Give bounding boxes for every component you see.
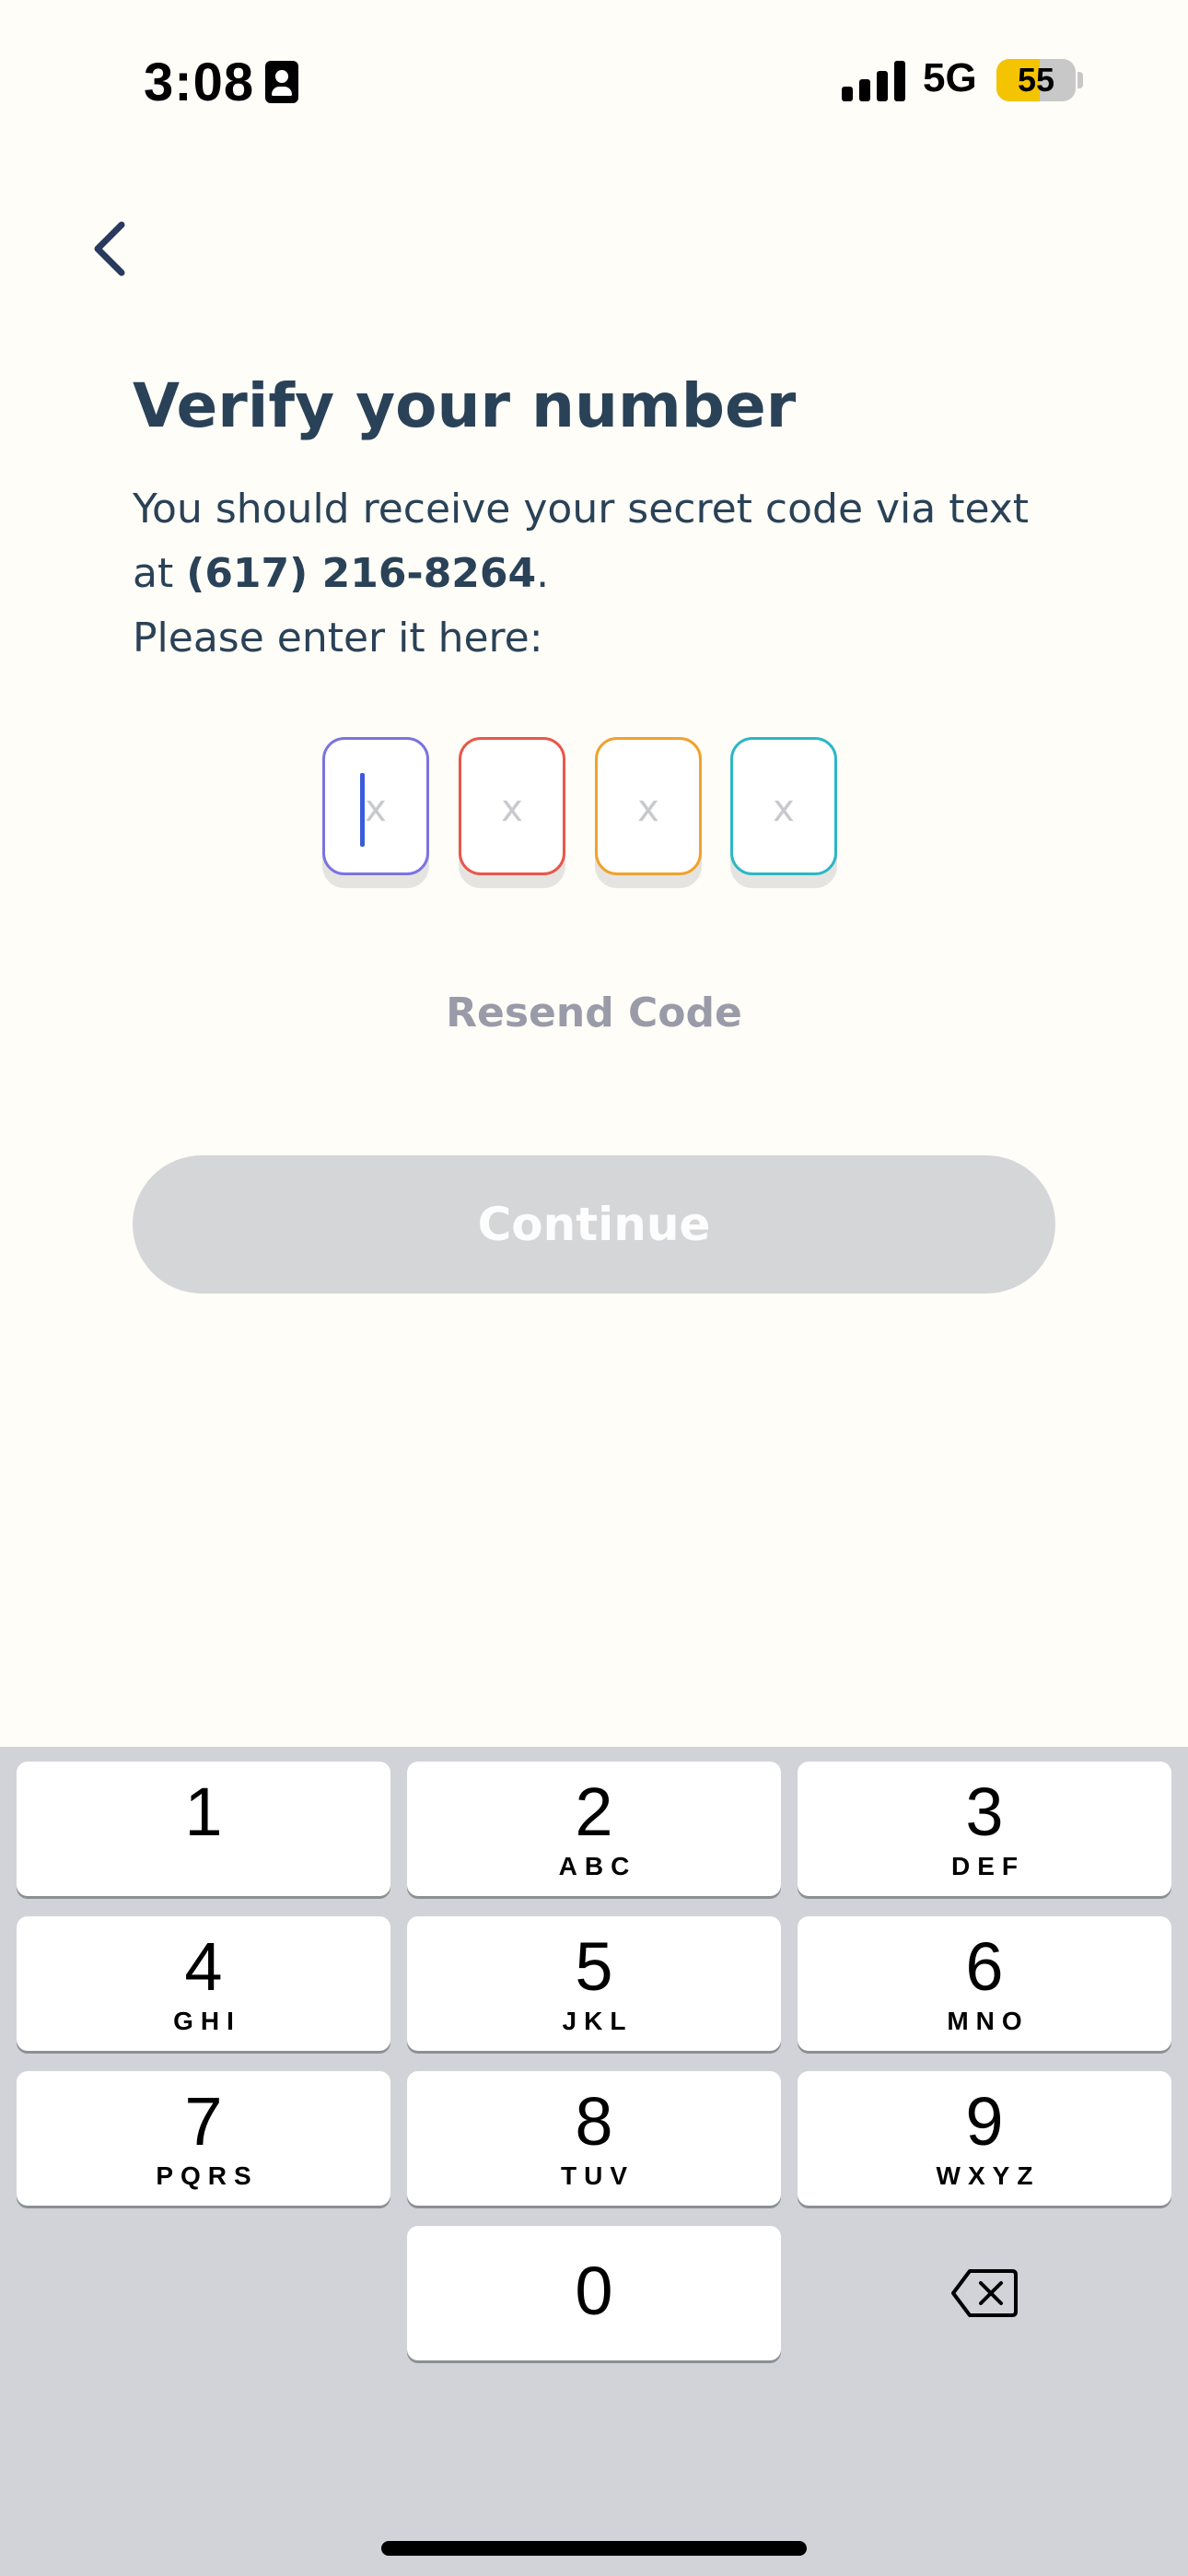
delete-key[interactable]: [798, 2226, 1171, 2360]
key-letters: MNO: [947, 2007, 1030, 2035]
page-title: Verify your number: [133, 370, 797, 441]
key-letters: PQRS: [156, 2161, 259, 2190]
chevron-left-icon: [94, 221, 125, 276]
continue-button[interactable]: Continue: [133, 1155, 1055, 1294]
home-indicator[interactable]: [381, 2541, 807, 2556]
instructions: You should receive your secret code via …: [133, 477, 1090, 671]
key-8[interactable]: 8 TUV: [407, 2071, 781, 2206]
key-letters: DEF: [951, 1852, 1025, 1880]
backspace-icon: [951, 2269, 1018, 2317]
text-caret: [360, 773, 365, 847]
key-digit: 3: [965, 1774, 1004, 1850]
cellular-signal-icon: [842, 61, 906, 101]
key-2[interactable]: 2 ABC: [407, 1762, 781, 1896]
instructions-line-2: at (617) 216-8264.: [133, 542, 1090, 606]
phone-number: (617) 216-8264: [186, 550, 537, 597]
code-digit-2-input[interactable]: x: [459, 737, 565, 875]
code-input-group: x x x x: [322, 737, 838, 894]
code-digit-4-placeholder: x: [773, 788, 795, 830]
key-4[interactable]: 4 GHI: [17, 1916, 390, 2051]
key-digit: 1: [184, 1774, 223, 1850]
resend-code-link[interactable]: Resend Code: [0, 989, 1188, 1036]
key-1[interactable]: 1: [17, 1762, 390, 1896]
status-time: 3:08: [144, 53, 255, 112]
code-digit-1-placeholder: x: [365, 788, 387, 830]
code-digit-3-input[interactable]: x: [595, 737, 702, 875]
key-digit: 2: [575, 1774, 613, 1850]
key-digit: 0: [575, 2253, 613, 2329]
key-digit: 8: [575, 2083, 613, 2160]
code-digit-2-placeholder: x: [501, 788, 523, 830]
instructions-line-1: You should receive your secret code via …: [133, 486, 1030, 533]
key-digit: 7: [184, 2083, 223, 2160]
key-digit: 5: [575, 1928, 613, 2005]
numeric-keyboard: 1 2 ABC 3 DEF 4 GHI 5 JKL 6 MNO 7 PQRS 8…: [0, 1747, 1188, 2576]
instructions-at: at: [133, 550, 187, 597]
instructions-period: .: [536, 550, 550, 597]
key-9[interactable]: 9 WXYZ: [798, 2071, 1171, 2206]
network-type: 5G: [923, 55, 977, 100]
battery-icon: 55: [996, 59, 1076, 101]
key-0[interactable]: 0: [407, 2226, 781, 2360]
key-digit: 6: [965, 1928, 1004, 2005]
battery-percentage: 55: [1017, 61, 1055, 99]
key-letters: ABC: [558, 1852, 637, 1880]
key-6[interactable]: 6 MNO: [798, 1916, 1171, 2051]
key-7[interactable]: 7 PQRS: [17, 2071, 390, 2206]
instructions-line-3: Please enter it here:: [133, 615, 543, 662]
key-digit: 9: [965, 2083, 1004, 2160]
code-digit-1-input[interactable]: x: [322, 737, 429, 875]
key-letters: JKL: [562, 2007, 634, 2035]
code-digit-3-placeholder: x: [637, 788, 659, 830]
contact-card-icon: [265, 61, 298, 103]
key-digit: 4: [184, 1928, 223, 2005]
status-bar: 3:08 5G 55: [0, 0, 1188, 166]
key-3[interactable]: 3 DEF: [798, 1762, 1171, 1896]
key-letters: [200, 1852, 207, 1881]
code-digit-4-input[interactable]: x: [730, 737, 837, 875]
battery-cap: [1077, 72, 1083, 88]
back-button[interactable]: [83, 212, 147, 286]
key-letters: WXYZ: [936, 2161, 1041, 2190]
key-letters: TUV: [561, 2161, 635, 2190]
key-letters: GHI: [173, 2007, 241, 2035]
key-5[interactable]: 5 JKL: [407, 1916, 781, 2051]
